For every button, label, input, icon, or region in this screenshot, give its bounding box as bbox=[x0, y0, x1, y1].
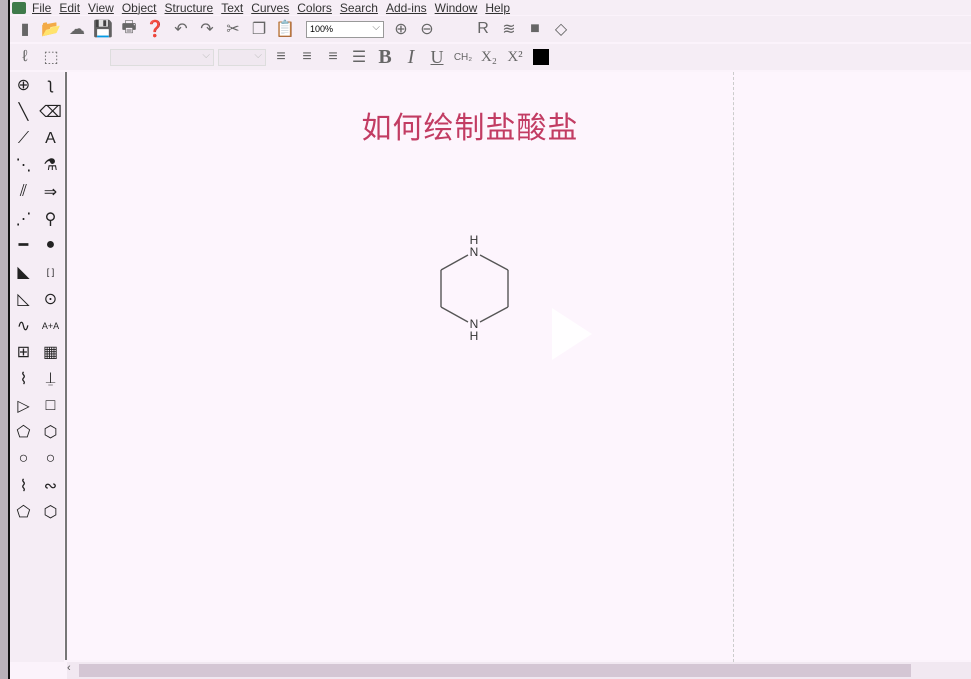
hexagon-tool-icon[interactable]: ⬡ bbox=[37, 419, 64, 446]
hashed-wedge-tool-icon[interactable]: ⋰ bbox=[10, 205, 37, 232]
hashed-bond-tool-icon[interactable]: ⫽ bbox=[10, 179, 37, 206]
dashed-bond-tool-icon[interactable]: ⋱ bbox=[10, 152, 37, 179]
menu-object[interactable]: Object bbox=[122, 1, 157, 15]
cyclopentane-tool-icon[interactable]: ⬠ bbox=[10, 499, 37, 526]
ring-bonds bbox=[440, 254, 509, 323]
pentagon-tool-icon[interactable]: ⬠ bbox=[10, 419, 37, 446]
stamp-tool-icon[interactable]: ⍊ bbox=[37, 366, 64, 393]
menu-text[interactable]: Text bbox=[221, 1, 243, 15]
paste-icon[interactable]: 📋 bbox=[274, 18, 296, 40]
open-icon[interactable]: 📂 bbox=[40, 18, 62, 40]
menu-file[interactable]: File bbox=[32, 1, 51, 15]
chain-tool-icon[interactable]: ʅ bbox=[37, 72, 64, 99]
atom-map-tool-icon[interactable]: A+A bbox=[37, 312, 64, 339]
font-size-select[interactable] bbox=[218, 48, 266, 66]
templates-tool-icon[interactable]: ⚗ bbox=[37, 152, 64, 179]
pen-tool-icon[interactable]: ⚲ bbox=[37, 205, 64, 232]
copy-icon[interactable]: ❐ bbox=[248, 18, 270, 40]
video-play-icon[interactable] bbox=[552, 308, 592, 360]
table-tool-icon[interactable]: ⊞ bbox=[10, 339, 37, 366]
marquee-select-icon[interactable]: ⬚ bbox=[40, 46, 62, 68]
align-center-icon[interactable]: ≡ bbox=[296, 46, 318, 68]
cyclohexane-tool-icon[interactable]: ○ bbox=[37, 446, 64, 473]
heptagon-tool-icon[interactable]: ○ bbox=[10, 446, 37, 473]
wavy-bond-tool-icon[interactable]: ∿ bbox=[10, 312, 37, 339]
charge-tool-icon[interactable]: ⊙ bbox=[37, 286, 64, 313]
superscript-button[interactable]: X² bbox=[504, 46, 526, 68]
menu-add-ins[interactable]: Add-ins bbox=[386, 1, 427, 15]
hollow-wedge-tool-icon[interactable]: ◺ bbox=[10, 286, 37, 313]
italic-button[interactable]: I bbox=[400, 46, 422, 68]
piperazine-structure[interactable]: H N N H bbox=[420, 225, 540, 350]
chain-tool-tool-icon[interactable]: ⌇ bbox=[10, 366, 37, 393]
lasso-icon[interactable]: ℓ bbox=[14, 46, 36, 68]
scrollbar-thumb[interactable] bbox=[79, 664, 911, 677]
wedge-bond-tool-icon[interactable]: ◣ bbox=[10, 259, 37, 286]
print-icon[interactable]: 🖶 bbox=[118, 18, 140, 40]
r-group-icon[interactable]: R bbox=[472, 18, 494, 40]
atom-n-top: N bbox=[470, 245, 479, 259]
chair-1-tool-icon[interactable]: ⌇ bbox=[10, 472, 37, 499]
chair-2-tool-icon[interactable]: ∾ bbox=[37, 472, 64, 499]
drawing-canvas[interactable] bbox=[67, 72, 971, 660]
format-toolbar: ℓ⬚≡≡≡☰BIUCH₂X₂X² bbox=[10, 44, 971, 70]
atom-h-bottom: H bbox=[470, 329, 479, 343]
tlc-plate-tool-icon[interactable]: ▦ bbox=[37, 339, 64, 366]
zoom-out-icon[interactable]: ⊖ bbox=[416, 18, 438, 40]
window-edge bbox=[0, 0, 8, 679]
orbital-tool-icon[interactable]: ● bbox=[37, 232, 64, 259]
tool-palette: ⊕ ʅ ╲ ⌫ ⟋ A ⋱ ⚗ ⫽ ⇒ ⋰ ⚲ ━ ● ◣[ ] ◺ ⊙ ∿ A+A ⊞ ▦ ⌇ ⍊ ▷ □ ⬠ ⬡ ○ ○ ⌇ ∾ ⬠ ⬡ bbox=[10, 72, 64, 662]
reaction-icon[interactable]: ≋ bbox=[498, 18, 520, 40]
main-toolbar: ▮📂☁💾🖶❓↶↷✂❐📋 100% ⊕⊖ R≋■◇ bbox=[10, 16, 971, 42]
color-square bbox=[533, 49, 549, 65]
scroll-left-icon[interactable]: ‹ bbox=[67, 662, 77, 674]
new-document-icon[interactable]: ▮ bbox=[14, 18, 36, 40]
menu-colors[interactable]: Colors bbox=[297, 1, 332, 15]
brackets-tool-icon[interactable]: [ ] bbox=[37, 259, 64, 286]
menu-bar: File Edit View Object Structure Text Curves Col… bbox=[10, 0, 971, 15]
bold-button[interactable]: B bbox=[374, 46, 396, 68]
menu-structure[interactable]: Structure bbox=[165, 1, 214, 15]
save-icon[interactable]: 💾 bbox=[92, 18, 114, 40]
app-icon bbox=[12, 1, 26, 14]
color-swatch[interactable] bbox=[530, 46, 552, 68]
justify-icon[interactable]: ☰ bbox=[348, 46, 370, 68]
open-online-icon[interactable]: ☁ bbox=[66, 18, 88, 40]
menu-view[interactable]: View bbox=[88, 1, 114, 15]
font-select[interactable] bbox=[110, 48, 214, 66]
horizontal-scrollbar[interactable]: ‹ bbox=[67, 662, 971, 679]
menu-search[interactable]: Search bbox=[340, 1, 378, 15]
square-tool-icon[interactable]: □ bbox=[37, 392, 64, 419]
menu-curves[interactable]: Curves bbox=[251, 1, 289, 15]
underline-button[interactable]: U bbox=[426, 46, 448, 68]
arrow-tool-icon[interactable]: ⇒ bbox=[37, 179, 64, 206]
zoom-in-icon[interactable]: ⊕ bbox=[390, 18, 412, 40]
menu-window[interactable]: Window bbox=[435, 1, 478, 15]
formula-button[interactable]: CH₂ bbox=[452, 46, 474, 68]
shade-icon[interactable]: ■ bbox=[524, 18, 546, 40]
benzene-tool-icon[interactable]: ⬡ bbox=[37, 499, 64, 526]
redo-icon[interactable]: ↷ bbox=[196, 18, 218, 40]
subscript-button[interactable]: X₂ bbox=[478, 46, 500, 68]
ring-lasso-tool-icon[interactable]: ⊕ bbox=[10, 72, 37, 99]
triangle-tool-icon[interactable]: ▷ bbox=[10, 392, 37, 419]
align-left-icon[interactable]: ≡ bbox=[270, 46, 292, 68]
align-right-icon[interactable]: ≡ bbox=[322, 46, 344, 68]
zoom-select[interactable]: 100% bbox=[306, 20, 384, 38]
menu-edit[interactable]: Edit bbox=[59, 1, 80, 15]
undo-icon[interactable]: ↶ bbox=[170, 18, 192, 40]
menu-help[interactable]: Help bbox=[485, 1, 510, 15]
bold-line-tool-icon[interactable]: ━ bbox=[10, 232, 37, 259]
page-boundary bbox=[733, 72, 734, 662]
help-icon[interactable]: ❓ bbox=[144, 18, 166, 40]
cut-icon[interactable]: ✂ bbox=[222, 18, 244, 40]
canvas-title-text[interactable]: 如何绘制盐酸盐 bbox=[0, 103, 940, 147]
stereo-warning-icon[interactable]: ◇ bbox=[550, 18, 572, 40]
